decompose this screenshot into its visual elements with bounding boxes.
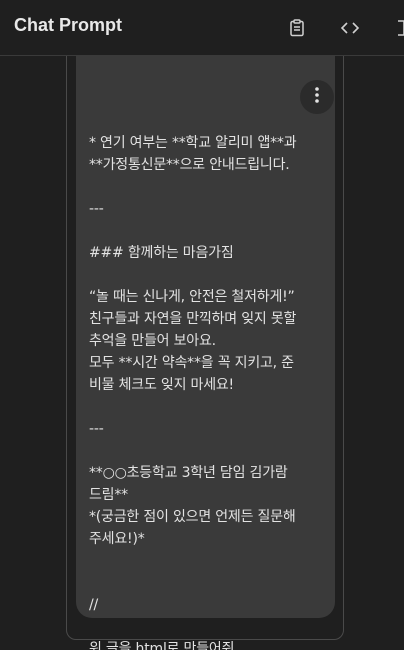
- message-text: * 연기 여부는 **학교 알리미 앱**과 **가정통신문**으로 안내드립니다…: [89, 132, 325, 650]
- message-line: 주세요!)*: [89, 531, 145, 547]
- message-line: [89, 220, 325, 242]
- more-vertical-icon: [314, 86, 320, 108]
- message-line: [89, 264, 325, 286]
- more-options-icon: [392, 18, 404, 38]
- message-line: [89, 572, 325, 594]
- message-line: [89, 396, 325, 418]
- page-title: Chat Prompt: [14, 15, 122, 35]
- clipboard-button[interactable]: [281, 12, 313, 44]
- message-line: 드림**: [89, 487, 128, 503]
- message-line: ### 함께하는 마음가짐: [89, 245, 234, 261]
- message-line: **○○초등학교 3학년 담임 김가람: [89, 465, 288, 481]
- more-options-button[interactable]: [392, 12, 404, 44]
- message-line: 위 글을 html로 만들어줘: [89, 641, 235, 650]
- message-line: * 연기 여부는 **학교 알리미 앱**과: [89, 135, 297, 151]
- clipboard-icon: [287, 18, 307, 38]
- chat-area[interactable]: * 연기 여부는 **학교 알리미 앱**과 **가정통신문**으로 안내드립니다…: [0, 56, 404, 650]
- user-message-bubble: * 연기 여부는 **학교 알리미 앱**과 **가정통신문**으로 안내드립니다…: [76, 56, 335, 650]
- message-line: “놀 때는 신나게, 안전은 철저하게!”: [89, 289, 295, 305]
- message-line: [89, 550, 325, 572]
- message-line: ---: [89, 421, 104, 437]
- message-line: **가정통신문**으로 안내드립니다.: [89, 157, 290, 173]
- message-more-button[interactable]: [300, 80, 334, 114]
- message-line: [89, 616, 325, 638]
- message-line: 비물 체크도 잊지 마세요!: [89, 377, 234, 393]
- message-line: 추억을 만들어 보아요.: [89, 333, 216, 349]
- message-line: 모두 **시간 약속**을 꼭 지키고, 준: [89, 355, 294, 371]
- message-line: 친구들과 자연을 만끽하며 잊지 못할: [89, 311, 297, 327]
- code-icon: [339, 18, 361, 38]
- message-line: ---: [89, 201, 104, 217]
- app-header: Chat Prompt: [0, 0, 404, 56]
- message-line: //: [89, 597, 99, 613]
- code-button[interactable]: [334, 12, 366, 44]
- message-line: [89, 176, 325, 198]
- message-line: [89, 440, 325, 462]
- message-line: *(궁금한 점이 있으면 언제든 질문해: [89, 509, 296, 525]
